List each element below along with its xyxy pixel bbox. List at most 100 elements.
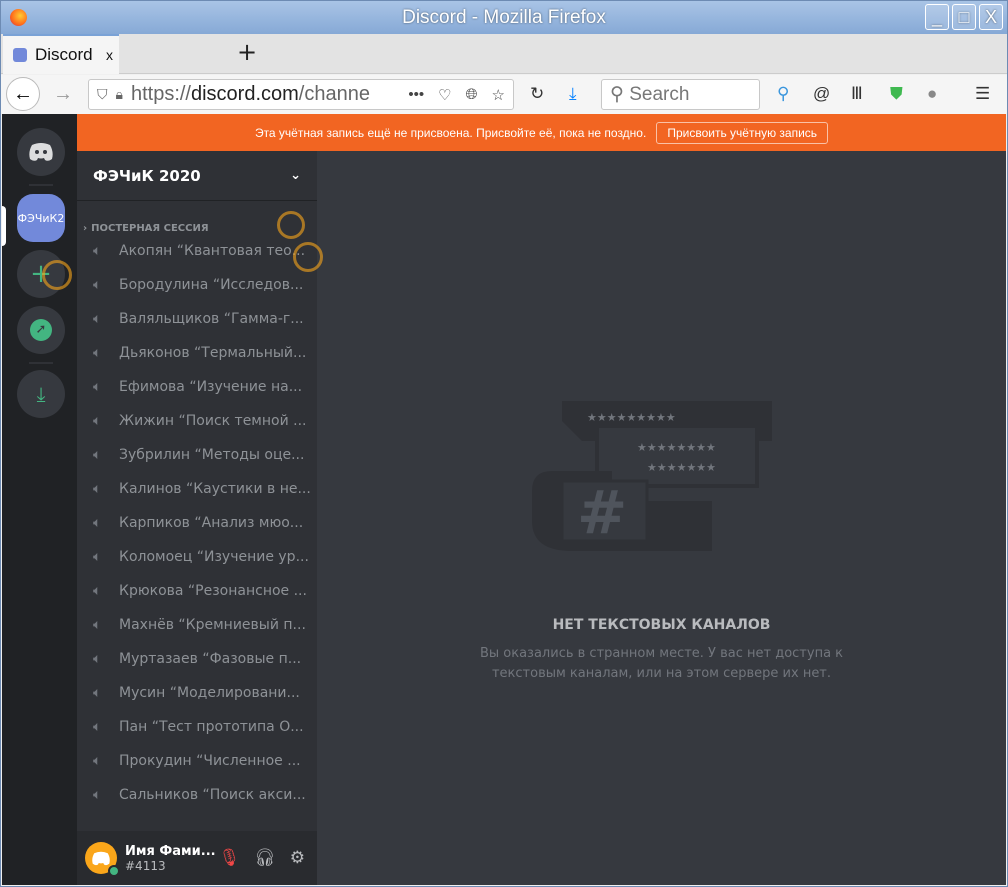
adblock-shield-icon[interactable]: ⛊ <box>890 84 903 104</box>
download-apps-button[interactable]: ⤓ <box>17 370 65 418</box>
server-name: ФЭЧиК 2020 <box>93 166 201 185</box>
lock-icon[interactable]: 🔒︎ <box>116 86 123 103</box>
notification-ring <box>277 211 305 239</box>
browser-window: Discord - Mozilla Firefox _ □ X Discord … <box>0 0 1008 887</box>
speaker-icon: 🔈︎ <box>93 651 102 667</box>
translate-icon[interactable]: 🌐︎ <box>466 86 478 104</box>
voice-channel[interactable]: 🔈︎ Акопян “Квантовая тео... <box>77 234 317 268</box>
voice-channel[interactable]: 🔈︎ Коломоец “Изучение ур... <box>77 540 317 574</box>
url-host: discord.com <box>190 83 299 105</box>
notification-ring <box>42 260 72 290</box>
voice-channel[interactable]: 🔈︎ Калинов “Каустики в не... <box>77 472 317 506</box>
empty-description: Вы оказались в странном месте. У вас нет… <box>479 646 844 681</box>
illustration-stars-3: ★★★★★★★ <box>647 461 716 474</box>
voice-channel[interactable]: 🔈︎ Дьяконов “Термальный... <box>77 336 317 370</box>
voice-channel[interactable]: 🔈︎ Прокудин “Численное ... <box>77 744 317 778</box>
speaker-icon: 🔈︎ <box>93 583 102 599</box>
discord-favicon-icon <box>13 48 27 62</box>
back-button[interactable]: ← <box>6 77 40 111</box>
speaker-icon: 🔈︎ <box>93 515 102 531</box>
new-tab-button[interactable]: + <box>237 38 257 66</box>
channel-name: Валяльщиков “Гамма-г... <box>119 311 304 327</box>
search-placeholder: Search <box>629 84 690 105</box>
minimize-button[interactable]: _ <box>925 4 949 30</box>
channel-name: Бородулина “Исследов... <box>119 277 304 293</box>
discord-home-button[interactable] <box>17 128 65 176</box>
claim-account-banner: Эта учётная запись ещё не присвоена. При… <box>77 114 1006 151</box>
discord-app: ФЭЧиК2 + ➚ ⤓ Эта учётная запись ещё не п… <box>2 114 1006 885</box>
window-title: Discord - Mozilla Firefox <box>402 7 606 28</box>
speaker-icon: 🔈︎ <box>93 753 102 769</box>
library-icon[interactable]: Ⅲ <box>851 84 863 104</box>
forward-button[interactable]: → <box>53 83 73 106</box>
channel-name: Сальников “Поиск акси... <box>119 787 306 803</box>
headphones-icon[interactable]: 🎧︎ <box>254 848 276 868</box>
voice-channel[interactable]: 🔈︎ Крюкова “Резонансное ... <box>77 574 317 608</box>
maximize-button[interactable]: □ <box>952 4 976 30</box>
channel-sidebar: ФЭЧиК 2020 ⌄ › ПОСТЕРНАЯ СЕССИЯ 🔈︎ Акопян “… <box>77 151 323 885</box>
selected-indicator <box>2 206 6 246</box>
voice-channel[interactable]: 🔈︎ Зубрилин “Методы оце... <box>77 438 317 472</box>
speaker-icon: 🔈︎ <box>93 481 102 497</box>
url-scheme: https:// <box>130 83 191 105</box>
bookmark-star-icon[interactable]: ☆ <box>492 86 505 104</box>
tab-bar: Discord x + <box>1 34 1007 74</box>
tab-discord[interactable]: Discord x <box>3 34 119 74</box>
speaker-icon: 🔈︎ <box>93 719 102 735</box>
pocket-icon[interactable]: ♡ <box>438 86 451 104</box>
server-fechik[interactable]: ФЭЧиК2 <box>17 194 65 242</box>
voice-channel[interactable]: 🔈︎ Муртазаев “Фазовые п... <box>77 642 317 676</box>
server-header[interactable]: ФЭЧиК 2020 ⌄ <box>77 151 317 201</box>
speaker-icon: 🔈︎ <box>93 277 102 293</box>
empty-title: НЕТ ТЕКСТОВЫХ КАНАЛОВ <box>552 617 771 633</box>
explore-servers-button[interactable]: ➚ <box>17 306 65 354</box>
link-extension-icon[interactable]: @ <box>813 84 830 104</box>
tab-close-button[interactable]: x <box>106 47 113 63</box>
extension-icon[interactable]: ● <box>927 84 937 104</box>
channel-name: Прокудин “Численное ... <box>119 753 301 769</box>
url-bar[interactable]: ⛉ 🔒︎ https://discord.com/channe ••• ♡ 🌐︎… <box>88 79 514 110</box>
channel-name: Калинов “Каустики в не... <box>119 481 311 497</box>
reload-icon[interactable]: ↻ <box>530 84 544 104</box>
mute-microphone-icon[interactable]: 🎙︎ <box>219 848 241 868</box>
discord-logo-icon <box>29 143 53 161</box>
voice-channel[interactable]: 🔈︎ Бородулина “Исследов... <box>77 268 317 302</box>
tab-label: Discord <box>35 45 93 64</box>
channel-name: Дьяконов “Термальный... <box>119 345 307 361</box>
compass-icon: ➚ <box>30 319 52 341</box>
server-rail: ФЭЧиК2 + ➚ ⤓ <box>2 114 77 885</box>
channel-name: Крюкова “Резонансное ... <box>119 583 307 599</box>
voice-channel[interactable]: 🔈︎ Валяльщиков “Гамма-г... <box>77 302 317 336</box>
channel-name: Зубрилин “Методы оце... <box>119 447 305 463</box>
download-icon[interactable]: ⤓ <box>569 84 577 104</box>
settings-gear-icon[interactable]: ⚙ <box>290 848 305 868</box>
search-input[interactable]: ⚲ Search <box>601 79 760 110</box>
voice-channel[interactable]: 🔈︎ Карпиков “Анализ мюо... <box>77 506 317 540</box>
category-name: ПОСТЕРНАЯ СЕССИЯ <box>91 223 209 234</box>
voice-channel[interactable]: 🔈︎ Мусин “Моделировани... <box>77 676 317 710</box>
close-window-button[interactable]: X <box>979 4 1003 30</box>
voice-channel[interactable]: 🔈︎ Сальников “Поиск акси... <box>77 778 317 812</box>
online-status-dot <box>108 865 120 877</box>
user-tag: #4113 <box>125 858 166 873</box>
speaker-icon: 🔈︎ <box>93 685 102 701</box>
more-actions-icon[interactable]: ••• <box>408 86 424 104</box>
speaker-icon: 🔈︎ <box>93 243 102 259</box>
avatar[interactable] <box>85 842 120 877</box>
channel-name: Коломоец “Изучение ур... <box>119 549 309 565</box>
channel-name: Пан “Тест прототипа О... <box>119 719 304 735</box>
speaker-icon: 🔈︎ <box>93 345 102 361</box>
divider <box>29 362 53 364</box>
title-bar: Discord - Mozilla Firefox _ □ X <box>1 1 1007 34</box>
claim-account-button[interactable]: Присвоить учётную запись <box>656 121 829 144</box>
voice-channel[interactable]: 🔈︎ Махнёв “Кремниевый п... <box>77 608 317 642</box>
voice-channel[interactable]: 🔈︎ Пан “Тест прототипа О... <box>77 710 317 744</box>
speaker-icon: 🔈︎ <box>93 311 102 327</box>
shield-icon[interactable]: ⛉ <box>97 86 108 103</box>
no-channels-illustration: ★★★★★★★★★ ★★★★★★★★ ★★★★★★★ # <box>532 401 772 551</box>
search-extension-icon[interactable]: ⚲ <box>777 84 789 104</box>
speaker-icon: 🔈︎ <box>93 413 102 429</box>
voice-channel[interactable]: 🔈︎ Жижин “Поиск темной ... <box>77 404 317 438</box>
menu-icon[interactable]: ☰ <box>975 84 990 104</box>
voice-channel[interactable]: 🔈︎ Ефимова “Изучение на... <box>77 370 317 404</box>
